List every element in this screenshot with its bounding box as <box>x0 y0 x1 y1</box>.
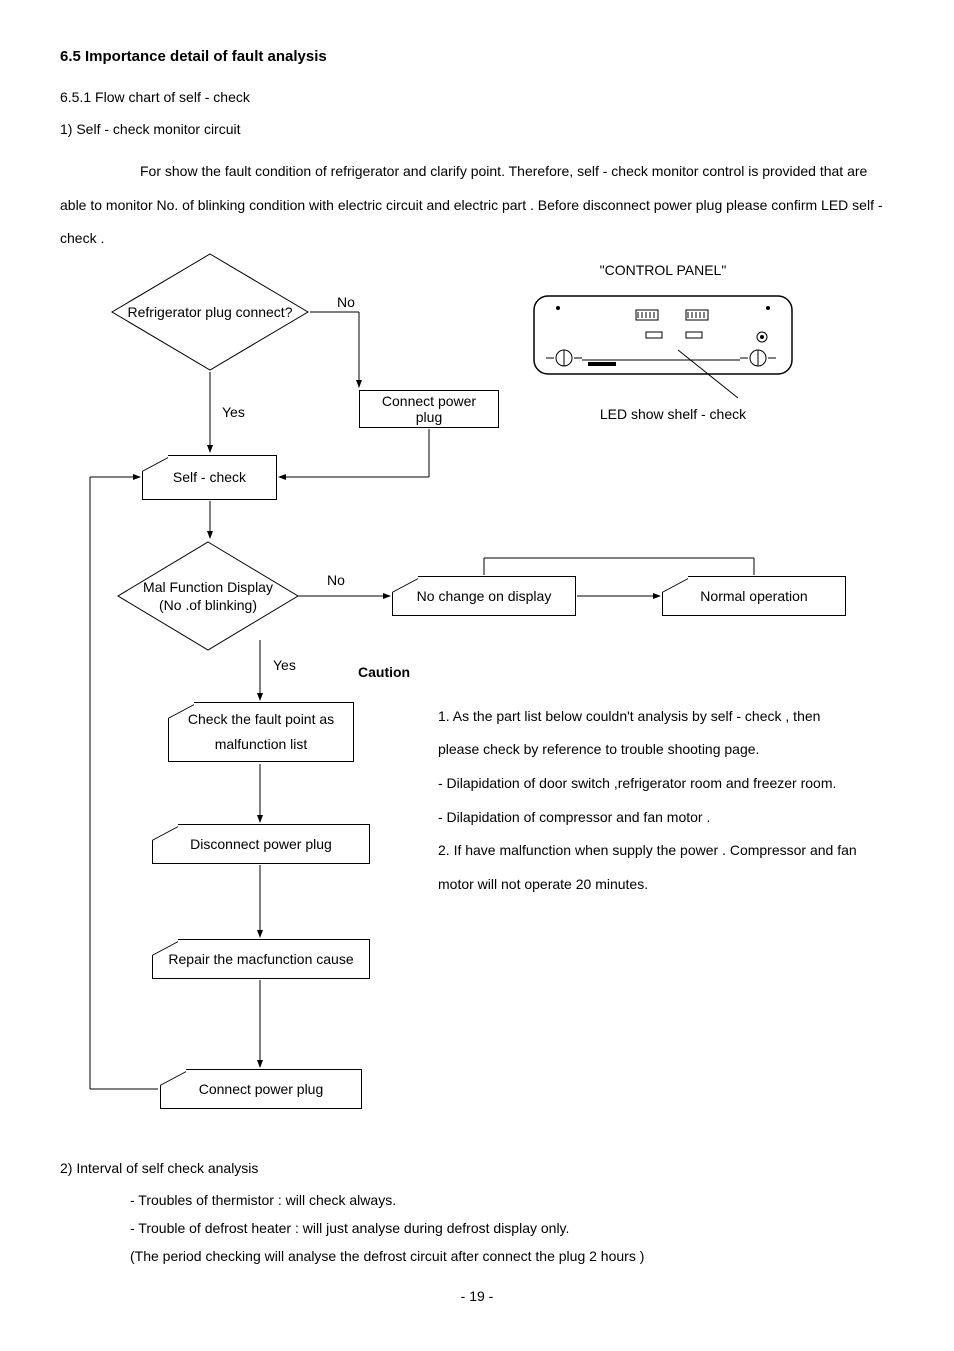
d2-line1: Mal Function Display <box>143 578 273 596</box>
caution-line4: 2. If have malfunction when supply the p… <box>438 834 863 901</box>
control-panel-title: "CONTROL PANEL" <box>508 262 818 278</box>
page: 6.5 Importance detail of fault analysis … <box>0 0 954 1344</box>
sec2-b2: - Trouble of defrost heater : will just … <box>130 1214 894 1242</box>
box-repair: Repair the macfunction cause <box>152 939 370 979</box>
box-repair-label: Repair the macfunction cause <box>168 951 353 967</box>
box-disconnect: Disconnect power plug <box>152 824 370 864</box>
label-yes-2: Yes <box>273 657 296 673</box>
decision-malfunction: Mal Function Display (No .of blinking) <box>116 540 300 652</box>
box-normal-op: Normal operation <box>662 576 846 616</box>
decision-plug: Refrigerator plug connect? <box>110 252 310 372</box>
label-no-1: No <box>337 294 355 310</box>
section-title: 6.5 Importance detail of fault analysis <box>60 48 894 65</box>
caution-title: Caution <box>358 664 410 680</box>
subsection-2: 2) Interval of self check analysis - Tro… <box>60 1160 894 1270</box>
box-disconnect-label: Disconnect power plug <box>190 836 332 852</box>
box-connect2-label: Connect power plug <box>199 1081 324 1097</box>
subsection-651: 6.5.1 Flow chart of self - check <box>60 89 894 105</box>
caution-line3: - Dilapidation of compressor and fan mot… <box>438 801 863 835</box>
sec2-b3: (The period checking will analyse the de… <box>130 1242 894 1270</box>
subsection-1: 1) Self - check monitor circuit <box>60 121 894 137</box>
box-check-fault: Check the fault point as malfunction lis… <box>168 702 354 762</box>
page-number: - 19 - <box>60 1288 894 1304</box>
box-connect2: Connect power plug <box>160 1069 362 1109</box>
box-normal-op-label: Normal operation <box>700 588 807 604</box>
box-connect-power: Connect power plug <box>359 390 499 428</box>
sec2-title: 2) Interval of self check analysis <box>60 1160 894 1176</box>
flowchart: Refrigerator plug connect? No Yes Connec… <box>60 262 894 1142</box>
control-panel-drawing <box>528 290 798 400</box>
caution-body: 1. As the part list below couldn't analy… <box>438 700 863 902</box>
box-no-change: No change on display <box>392 576 576 616</box>
box-self-check-label: Self - check <box>173 469 246 485</box>
sec2-b1: - Troubles of thermistor : will check al… <box>130 1186 894 1214</box>
control-panel-figure: "CONTROL PANEL" <box>508 262 818 422</box>
box-no-change-label: No change on display <box>417 588 552 604</box>
label-yes-1: Yes <box>222 404 245 420</box>
label-no-2: No <box>327 572 345 588</box>
intro-paragraph: For show the fault condition of refriger… <box>60 155 894 256</box>
caution-line1: 1. As the part list below couldn't analy… <box>438 700 863 767</box>
box-check-fault-label: Check the fault point as malfunction lis… <box>179 707 343 757</box>
d2-line2: (No .of blinking) <box>143 596 273 614</box>
box-connect-power-label: Connect power plug <box>370 393 488 425</box>
box-self-check: Self - check <box>142 455 277 500</box>
decision-malfunction-label: Mal Function Display (No .of blinking) <box>116 540 300 652</box>
caution-line2: - Dilapidation of door switch ,refrigera… <box>438 767 863 801</box>
decision-plug-label: Refrigerator plug connect? <box>110 252 310 372</box>
control-panel-caption: LED show shelf - check <box>528 406 818 422</box>
